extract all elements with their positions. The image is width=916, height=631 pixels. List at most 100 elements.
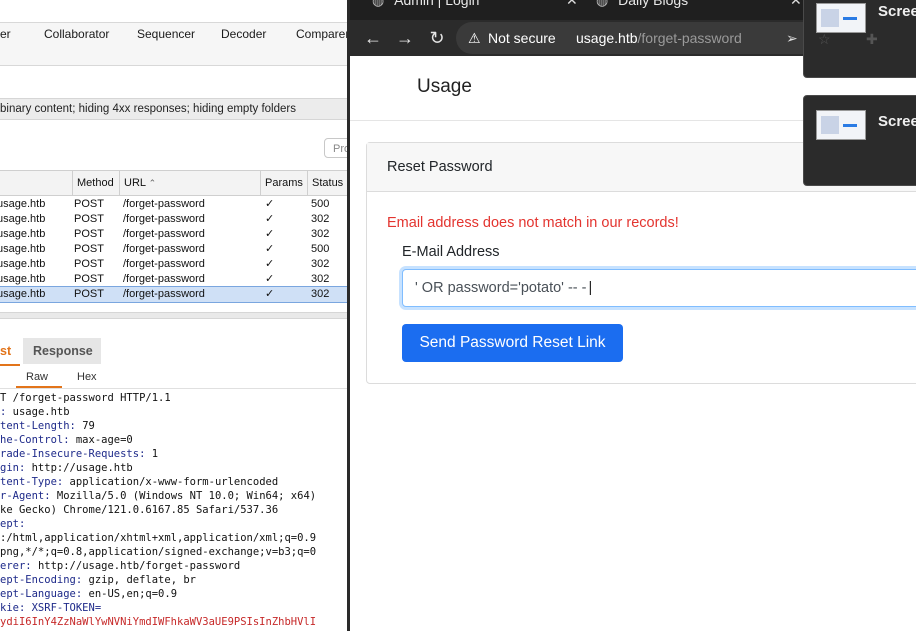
column-url-label: URL xyxy=(124,177,146,189)
screenshot-thumbnail-2[interactable]: Scree xyxy=(803,95,916,186)
tool-tab-comparer[interactable]: Comparer xyxy=(296,27,347,41)
request-line: ept-Language: en-US,en;q=0.9 xyxy=(0,587,347,601)
text-cursor: | xyxy=(588,280,593,296)
header-name: tent-Length: xyxy=(0,420,83,432)
email-label: E-Mail Address xyxy=(402,244,500,260)
request-editor[interactable]: T /forget-password HTTP/1.1: usage.htb te… xyxy=(0,391,347,629)
pro-button[interactable]: Pro xyxy=(324,138,347,158)
pane-splitter[interactable] xyxy=(0,312,347,319)
column-status[interactable]: Status xyxy=(307,171,347,195)
table-row[interactable]: usage.htb POST/forget-password ✓ 302 xyxy=(0,212,347,227)
header-name: he-Control: xyxy=(0,434,76,446)
cell-params: ✓ xyxy=(265,288,275,300)
history-table-header: Method URL ⌃ Params Status xyxy=(0,170,347,196)
reload-icon[interactable]: ↻ xyxy=(425,26,449,50)
header-value: ke Gecko) Chrome/121.0.6167.85 Safari/53… xyxy=(0,504,279,516)
cell-host: usage.htb xyxy=(0,198,46,210)
request-line: gin: http://usage.htb xyxy=(0,461,347,475)
table-row[interactable]: usage.htb POST/forget-password ✓ 302 xyxy=(0,286,347,303)
back-icon[interactable]: ← xyxy=(361,26,385,50)
burp-tool-tabs: er Collaborator Sequencer Decoder Compar… xyxy=(0,22,347,66)
request-tab[interactable]: st xyxy=(0,338,20,366)
cell-params: ✓ xyxy=(265,198,275,210)
header-value: png,*/*;q=0.8,application/signed-exchang… xyxy=(0,546,317,558)
sort-ascending-icon: ⌃ xyxy=(148,178,157,188)
header-name: tent-Type: xyxy=(0,476,70,488)
burp-suite-window: er Collaborator Sequencer Decoder Compar… xyxy=(0,0,347,631)
close-icon[interactable]: ✕ xyxy=(566,0,578,9)
browser-tab-admin[interactable]: ◍ Admin | Login ✕ xyxy=(372,0,578,16)
header-value: ydiI6InY4ZzNaWlYwNVNiYmdIWFhkaWV3aUE9PSI… xyxy=(0,616,317,628)
header-name: : xyxy=(0,406,13,418)
request-line: T /forget-password HTTP/1.1 xyxy=(0,391,347,405)
extension-icon[interactable]: ✚ xyxy=(866,31,878,48)
card-title: Reset Password xyxy=(387,159,493,175)
error-message: Email address does not match in our reco… xyxy=(387,215,679,231)
cell-host: usage.htb xyxy=(0,258,46,270)
email-field[interactable]: ' OR password='potato' -- - | xyxy=(402,269,916,307)
globe-icon: ◍ xyxy=(596,0,609,8)
screenshot-thumbnail-1[interactable]: Scree ☆ ✚ xyxy=(803,0,916,78)
filter-bar[interactable]: binary content; hiding 4xx responses; hi… xyxy=(0,98,347,120)
cell-host: usage.htb xyxy=(0,213,46,225)
history-rows: usage.htb POST/forget-password ✓ 500 usage.h… xyxy=(0,197,347,303)
request-line: kie: XSRF-TOKEN= xyxy=(0,601,347,615)
security-label[interactable]: Not secure xyxy=(488,30,556,46)
header-name: ept-Language: xyxy=(0,588,89,600)
header-value: http://usage.htb xyxy=(31,462,133,474)
cell-params: ✓ xyxy=(265,213,275,225)
request-line: he-Control: max-age=0 xyxy=(0,433,347,447)
table-row[interactable]: usage.htb POST/forget-password ✓ 500 xyxy=(0,242,347,257)
cell-method: POST xyxy=(74,228,104,240)
response-tab[interactable]: Response xyxy=(23,338,101,364)
url-text[interactable]: usage.htb/forget-password xyxy=(576,30,742,46)
header-value: 79 xyxy=(82,420,95,432)
tool-tab-sequencer[interactable]: Sequencer xyxy=(137,27,195,41)
table-row[interactable]: usage.htb POST/forget-password ✓ 302 xyxy=(0,227,347,242)
send-reset-link-button[interactable]: Send Password Reset Link xyxy=(402,324,623,362)
email-value: ' OR password='potato' -- - xyxy=(415,280,587,296)
raw-tab[interactable]: Raw xyxy=(16,366,62,388)
column-url[interactable]: URL ⌃ xyxy=(119,171,261,195)
close-icon[interactable]: ✕ xyxy=(790,0,802,9)
tab-title: Daily Blogs xyxy=(618,0,689,8)
header-name: kie: xyxy=(0,602,32,614)
view-subtabs: Raw Hex xyxy=(0,366,347,389)
cell-url: /forget-password xyxy=(123,228,205,240)
site-brand[interactable]: Usage xyxy=(417,76,472,98)
header-value: http://usage.htb/forget-password xyxy=(37,560,241,572)
send-icon[interactable]: ➢ xyxy=(786,30,798,47)
cell-url: /forget-password xyxy=(123,288,205,300)
tool-tab-decoder[interactable]: Decoder xyxy=(221,27,266,41)
header-value: application/x-www-form-urlencoded xyxy=(69,476,279,488)
header-value: T /forget-password HTTP/1.1 xyxy=(0,392,171,404)
table-row[interactable]: usage.htb POST/forget-password ✓ 500 xyxy=(0,197,347,212)
cell-status: 302 xyxy=(311,213,330,225)
browser-tab-blogs[interactable]: ◍ Daily Blogs ✕ xyxy=(596,0,802,16)
cell-method: POST xyxy=(74,243,104,255)
filter-text: binary content; hiding 4xx responses; hi… xyxy=(0,103,296,115)
hex-tab[interactable]: Hex xyxy=(77,366,113,388)
warning-icon[interactable]: ⚠ xyxy=(468,30,481,47)
tool-tab-collaborator[interactable]: Collaborator xyxy=(44,27,109,41)
request-line: tent-Length: 79 xyxy=(0,419,347,433)
tab-title: Admin | Login xyxy=(394,0,480,8)
tool-tab-partial[interactable]: er xyxy=(0,27,11,41)
cell-host: usage.htb xyxy=(0,288,46,300)
column-params[interactable]: Params xyxy=(260,171,308,195)
column-method[interactable]: Method xyxy=(72,171,120,195)
cell-params: ✓ xyxy=(265,228,275,240)
table-row[interactable]: usage.htb POST/forget-password ✓ 302 xyxy=(0,257,347,272)
request-line: ydiI6InY4ZzNaWlYwNVNiYmdIWFhkaWV3aUE9PSI… xyxy=(0,615,347,629)
request-line: :/html,application/xhtml+xml,application… xyxy=(0,531,347,545)
thumbnail-title: Scree xyxy=(878,113,916,130)
request-line: tent-Type: application/x-www-form-urlenc… xyxy=(0,475,347,489)
header-value: gzip, deflate, br xyxy=(88,574,196,586)
cell-status: 302 xyxy=(311,258,330,270)
header-name: ept: xyxy=(0,518,26,530)
table-row[interactable]: usage.htb POST/forget-password ✓ 302 xyxy=(0,272,347,287)
star-icon[interactable]: ☆ xyxy=(818,31,831,48)
request-line: ept-Encoding: gzip, deflate, br xyxy=(0,573,347,587)
forward-icon[interactable]: → xyxy=(393,26,417,50)
cell-method: POST xyxy=(74,213,104,225)
